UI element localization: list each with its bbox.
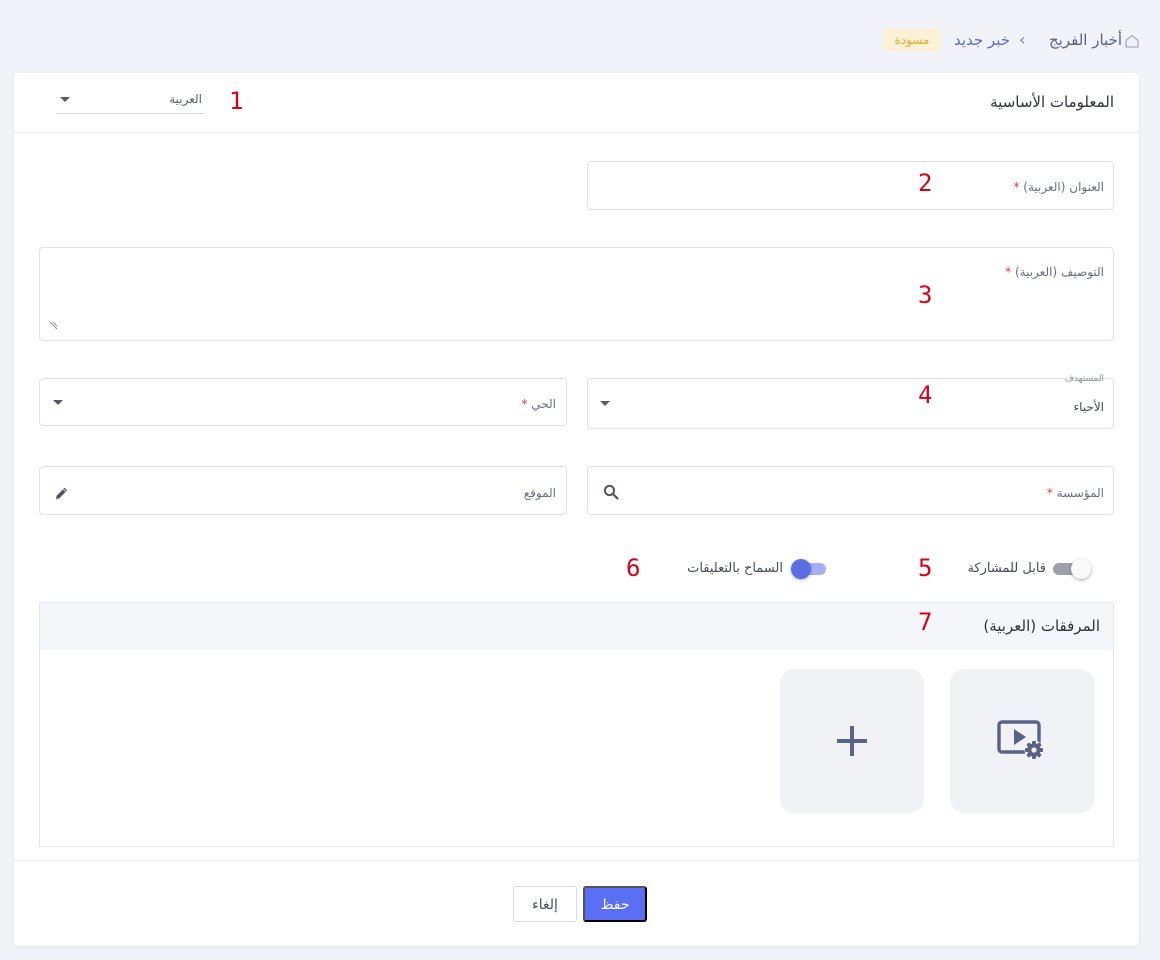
language-select[interactable]: العربية [56, 88, 204, 114]
district-select[interactable] [39, 378, 567, 426]
annotation-7: 7 [918, 608, 933, 636]
video-attachment-tile[interactable] [950, 669, 1094, 813]
annotation-1: 1 [229, 87, 244, 115]
caret-down-icon [60, 97, 70, 102]
location-label: الموقع [523, 486, 556, 500]
save-button[interactable]: حفظ [583, 886, 647, 922]
edit-pencil-icon[interactable] [54, 485, 70, 501]
header-divider [14, 132, 1139, 133]
language-select-value: العربية [169, 92, 202, 106]
comments-label: السماح بالتعليقات [687, 561, 783, 576]
home-icon[interactable] [1124, 33, 1140, 49]
caret-down-icon [53, 400, 63, 405]
attachments-title: المرفقات (العربية) [983, 617, 1100, 635]
institution-input[interactable] [587, 466, 1114, 515]
shareable-label: قابل للمشاركة [967, 561, 1046, 576]
cancel-button[interactable]: إلغاء [513, 886, 577, 922]
beneficiary-value: الأحياء [1073, 400, 1104, 414]
section-title: المعلومات الأساسية [990, 93, 1114, 111]
annotation-3: 3 [918, 281, 933, 309]
beneficiary-select[interactable] [587, 378, 1114, 429]
annotation-6: 6 [626, 554, 641, 582]
add-attachment-button[interactable] [780, 669, 924, 813]
annotation-2: 2 [918, 169, 933, 197]
annotation-5: 5 [918, 554, 933, 582]
attachments-header [40, 603, 1113, 650]
resize-handle-icon[interactable] [49, 321, 58, 330]
status-badge: مسودة [883, 29, 941, 51]
breadcrumb-separator-icon: ‹ [1019, 30, 1026, 49]
breadcrumb-item-news[interactable]: أخبار الفريج [1049, 31, 1122, 49]
title-label: العنوان (العربية) * [1013, 180, 1104, 194]
comments-toggle[interactable] [790, 559, 830, 579]
annotation-4: 4 [918, 381, 933, 409]
shareable-toggle[interactable] [1051, 559, 1091, 579]
description-label: التوصيف (العربية) * [1005, 265, 1104, 279]
description-textarea[interactable] [39, 247, 1114, 341]
plus-icon [837, 726, 867, 756]
institution-label: المؤسسة * [1046, 486, 1104, 500]
footer-divider [14, 860, 1139, 861]
district-label: الحي * [521, 397, 556, 411]
location-input[interactable] [39, 466, 567, 515]
video-settings-icon [997, 720, 1044, 760]
caret-down-icon [600, 401, 610, 406]
beneficiary-label: المستهدف [1064, 374, 1104, 384]
breadcrumb-item-new[interactable]: خبر جديد [954, 31, 1010, 49]
search-icon[interactable] [602, 483, 620, 501]
